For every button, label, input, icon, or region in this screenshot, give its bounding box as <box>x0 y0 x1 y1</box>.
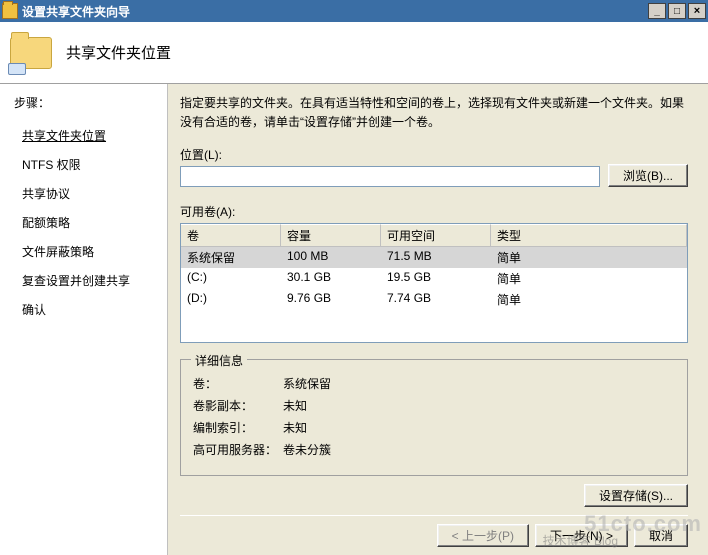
folder-icon <box>10 33 56 73</box>
titlebar: 设置共享文件夹向导 _ □ × <box>0 0 708 22</box>
detail-value: 系统保留 <box>283 375 331 392</box>
close-button[interactable]: × <box>688 3 706 19</box>
volumes-list[interactable]: 卷 容量 可用空间 类型 系统保留100 MB71.5 MB简单(C:)30.1… <box>180 223 688 343</box>
volume-cell: 100 MB <box>281 247 381 268</box>
step-item[interactable]: 共享文件夹位置 <box>14 121 167 150</box>
location-input[interactable] <box>180 166 600 187</box>
footer-buttons: < 上一步(P) 下一步(N) > 取消 <box>180 524 688 547</box>
detail-value: 未知 <box>283 419 307 436</box>
volumes-label: 可用卷(A): <box>180 203 688 220</box>
col-free[interactable]: 可用空间 <box>381 224 491 247</box>
step-item[interactable]: 共享协议 <box>14 179 167 208</box>
step-item[interactable]: NTFS 权限 <box>14 150 167 179</box>
step-item[interactable]: 配额策略 <box>14 208 167 237</box>
detail-label: 高可用服务器： <box>193 441 283 458</box>
steps-sidebar: 步骤： 共享文件夹位置NTFS 权限共享协议配额策略文件屏蔽策略复查设置并创建共… <box>0 84 168 555</box>
col-type[interactable]: 类型 <box>491 224 687 247</box>
location-label: 位置(L): <box>180 146 600 163</box>
detail-row: 编制索引：未知 <box>193 419 675 436</box>
wizard-header: 共享文件夹位置 <box>0 22 708 84</box>
set-storage-button[interactable]: 设置存储(S)... <box>584 484 688 507</box>
separator <box>180 515 688 516</box>
volume-row[interactable]: 系统保留100 MB71.5 MB简单 <box>181 247 687 268</box>
steps-heading: 步骤： <box>14 94 167 111</box>
minimize-button[interactable]: _ <box>648 3 666 19</box>
browse-button[interactable]: 浏览(B)... <box>608 164 688 187</box>
volume-cell: (D:) <box>181 289 281 310</box>
col-name[interactable]: 卷 <box>181 224 281 247</box>
details-group: 详细信息 卷：系统保留卷影副本：未知编制索引：未知高可用服务器：卷未分簇 <box>180 359 688 476</box>
step-item[interactable]: 复查设置并创建共享 <box>14 266 167 295</box>
detail-label: 卷： <box>193 375 283 392</box>
instructions-text: 指定要共享的文件夹。在具有适当特性和空间的卷上，选择现有文件夹或新建一个文件夹。… <box>180 94 688 132</box>
volume-cell: (C:) <box>181 268 281 289</box>
volume-cell: 简单 <box>491 268 687 289</box>
detail-label: 编制索引： <box>193 419 283 436</box>
volume-cell: 系统保留 <box>181 247 281 268</box>
volume-cell: 简单 <box>491 289 687 310</box>
volumes-header: 卷 容量 可用空间 类型 <box>181 224 687 247</box>
step-item[interactable]: 确认 <box>14 295 167 324</box>
next-button[interactable]: 下一步(N) > <box>535 524 628 547</box>
wizard-body: 步骤： 共享文件夹位置NTFS 权限共享协议配额策略文件屏蔽策略复查设置并创建共… <box>0 84 708 555</box>
window-title: 设置共享文件夹向导 <box>22 3 646 20</box>
volume-cell: 简单 <box>491 247 687 268</box>
cancel-button[interactable]: 取消 <box>634 524 688 547</box>
page-title: 共享文件夹位置 <box>66 42 171 63</box>
main-panel: 指定要共享的文件夹。在具有适当特性和空间的卷上，选择现有文件夹或新建一个文件夹。… <box>168 84 708 555</box>
detail-value: 未知 <box>283 397 307 414</box>
volume-cell: 71.5 MB <box>381 247 491 268</box>
detail-value: 卷未分簇 <box>283 441 331 458</box>
detail-row: 卷影副本：未知 <box>193 397 675 414</box>
details-legend: 详细信息 <box>191 352 247 369</box>
detail-row: 高可用服务器：卷未分簇 <box>193 441 675 458</box>
volume-row[interactable]: (C:)30.1 GB19.5 GB简单 <box>181 268 687 289</box>
maximize-button[interactable]: □ <box>668 3 686 19</box>
window-buttons: _ □ × <box>646 3 706 19</box>
location-row: 位置(L): 浏览(B)... <box>180 146 688 187</box>
app-icon <box>2 3 18 19</box>
volume-cell: 30.1 GB <box>281 268 381 289</box>
volume-cell: 7.74 GB <box>381 289 491 310</box>
detail-row: 卷：系统保留 <box>193 375 675 392</box>
volume-cell: 19.5 GB <box>381 268 491 289</box>
volume-cell: 9.76 GB <box>281 289 381 310</box>
col-capacity[interactable]: 容量 <box>281 224 381 247</box>
volume-row[interactable]: (D:)9.76 GB7.74 GB简单 <box>181 289 687 310</box>
detail-label: 卷影副本： <box>193 397 283 414</box>
step-item[interactable]: 文件屏蔽策略 <box>14 237 167 266</box>
prev-button[interactable]: < 上一步(P) <box>437 524 529 547</box>
